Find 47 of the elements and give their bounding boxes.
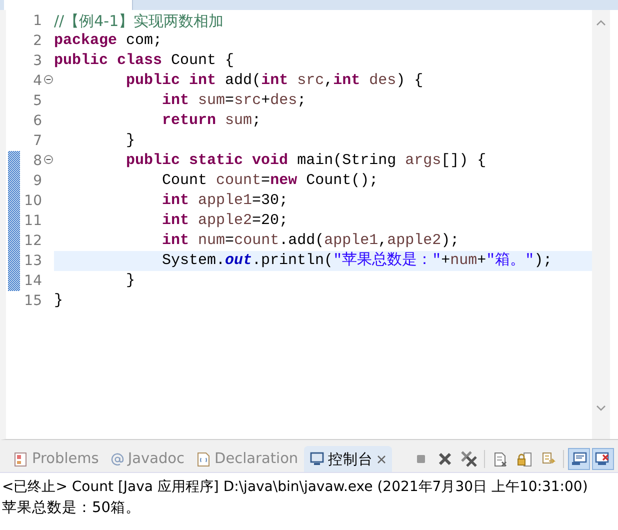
line-number: 14 <box>23 272 42 291</box>
code-line: public static void main(String args[]) { <box>125 151 488 171</box>
monitor-error-icon[interactable] <box>592 448 614 470</box>
line-number: 2 <box>32 32 42 51</box>
code-line: } <box>54 291 64 311</box>
close-icon[interactable] <box>377 454 386 464</box>
code-line: public int add(int src,int des) { <box>125 71 424 91</box>
collapse-icon[interactable] <box>44 154 52 164</box>
line-number: 13 <box>23 252 42 271</box>
line-number: 8 <box>32 152 42 171</box>
code-line: int sum=src+des; <box>161 91 308 111</box>
line-number: 7 <box>32 132 42 151</box>
line-number: 6 <box>32 112 42 131</box>
code-line: int apple1=30; <box>161 191 290 211</box>
line-number: 11 <box>23 212 42 231</box>
panel-tab[interactable]: Problems <box>8 446 105 472</box>
at-sign-icon <box>110 452 124 466</box>
panel-tab[interactable]: Javadoc <box>104 446 191 472</box>
code-line: package com; <box>54 31 164 51</box>
scrollbar[interactable] <box>592 10 610 439</box>
line-number: 9 <box>32 172 42 191</box>
problems-icon <box>14 452 28 466</box>
line-number: 12 <box>23 232 42 251</box>
code-line: } <box>125 271 136 291</box>
panel-tab[interactable]: 控制台 <box>304 446 392 472</box>
code-line: int num=count.add(apple1,apple2); <box>161 231 460 251</box>
code-line: public class Count { <box>54 51 236 71</box>
console-header: <已终止> Count [Java 应用程序] D:\java\bin\javaw.exe (2021年7月30日 上午10:31:00) <box>2 478 589 497</box>
code-line: int apple2=20; <box>161 211 290 231</box>
code-line: //【例4-1】实现两数相加 <box>54 11 225 31</box>
line-number: 10 <box>23 192 42 211</box>
monitor-icon[interactable] <box>568 448 590 470</box>
code-line: return sum; <box>161 111 262 131</box>
line-number: 5 <box>32 92 42 111</box>
scroll-down-icon[interactable] <box>596 405 606 411</box>
line-number: 1 <box>32 12 42 31</box>
code-line: } <box>125 131 136 151</box>
document-icon <box>196 452 211 466</box>
scroll-up-icon[interactable] <box>596 20 606 26</box>
line-number: 3 <box>32 52 42 71</box>
line-number: 4 <box>32 72 42 91</box>
collapse-icon[interactable] <box>44 74 52 84</box>
panel-tab[interactable]: Declaration <box>190 446 304 472</box>
code-line: Count count=new Count(); <box>161 171 380 191</box>
monitor-icon <box>310 452 324 466</box>
line-number: 15 <box>23 292 42 311</box>
console-output: 苹果总数是：50箱。 <box>2 499 142 518</box>
